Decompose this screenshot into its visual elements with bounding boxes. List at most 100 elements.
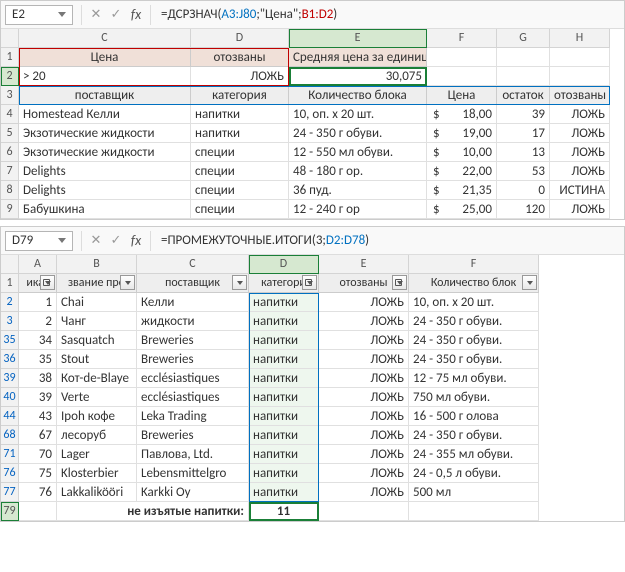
cancel-icon[interactable]: ✕ (86, 5, 106, 25)
cell[interactable]: 12 - 75 мл обуви. (409, 369, 539, 388)
col-header-C[interactable]: C (19, 29, 191, 48)
cell[interactable] (497, 48, 550, 67)
row-header[interactable]: 5 (1, 124, 19, 143)
row-header[interactable]: 36 (1, 350, 19, 369)
table-header[interactable]: Цена (427, 86, 497, 105)
summary-label[interactable]: не изъятые напитки: (57, 502, 249, 521)
cell[interactable]: 22,00 (427, 162, 497, 181)
cell[interactable]: 25,00 (427, 200, 497, 219)
cell[interactable]: 24 - 350 г обуви. (409, 331, 539, 350)
cell[interactable]: специи (191, 181, 289, 200)
row-header[interactable]: 7 (1, 162, 19, 181)
cell[interactable]: 24 - 350 г обуви. (289, 124, 427, 143)
name-box[interactable]: E2 (5, 5, 73, 25)
chevron-down-icon[interactable] (58, 12, 66, 17)
cell[interactable]: 34 (19, 331, 57, 350)
cell[interactable]: 18,00 (427, 105, 497, 124)
table-header[interactable]: остаток (497, 86, 550, 105)
cell[interactable]: Кот-de-Blaye (57, 369, 137, 388)
row-header[interactable]: 9 (1, 200, 19, 219)
cell[interactable]: 10, оп. x 20 шт. (409, 293, 539, 312)
cell[interactable]: ЛОЖЬ (550, 124, 610, 143)
cell[interactable]: 67 (19, 426, 57, 445)
cell[interactable]: Homestead Келли (19, 105, 191, 124)
table-header[interactable]: категория (191, 86, 289, 105)
select-all-corner[interactable] (1, 29, 19, 48)
summary-value[interactable]: 11 (249, 502, 319, 521)
cell[interactable]: Verte (57, 388, 137, 407)
cancel-icon[interactable]: ✕ (86, 231, 106, 251)
cell[interactable]: 48 - 180 г ор. (289, 162, 427, 181)
cell[interactable]: напитки (249, 369, 319, 388)
cell[interactable]: напитки (249, 445, 319, 464)
row-header[interactable]: 2 (1, 67, 19, 86)
row-header[interactable]: 4 (1, 105, 19, 124)
cell[interactable]: ЛОЖЬ (550, 105, 610, 124)
cell[interactable]: ЛОЖЬ (319, 369, 409, 388)
accept-icon[interactable]: ✓ (106, 5, 126, 25)
cell[interactable]: Delights (19, 162, 191, 181)
cell[interactable]: 75 (19, 464, 57, 483)
cell[interactable]: Бабушкина (19, 200, 191, 219)
cell[interactable]: Stout (57, 350, 137, 369)
cell[interactable]: 24 - 350 г обуви. (409, 312, 539, 331)
cell[interactable]: Lebensmittelgro (137, 464, 249, 483)
cell[interactable] (409, 502, 539, 521)
row-header[interactable]: 76 (1, 464, 19, 483)
cell[interactable]: 12 - 550 мл обуви. (289, 143, 427, 162)
row-header[interactable]: 44 (1, 407, 19, 426)
cell[interactable]: Sasquatch (57, 331, 137, 350)
table-header[interactable]: отозваны (550, 86, 610, 105)
col-header-D[interactable]: D (191, 29, 289, 48)
cell[interactable] (427, 67, 497, 86)
cell[interactable]: отозваны (191, 48, 289, 67)
row-header[interactable]: 40 (1, 388, 19, 407)
cell[interactable]: Chai (57, 293, 137, 312)
col-header-E[interactable]: E (319, 255, 409, 274)
cell[interactable]: напитки (249, 388, 319, 407)
cell[interactable]: 24 - 350 г обуви. (409, 426, 539, 445)
cell[interactable]: 35 (19, 350, 57, 369)
chevron-down-icon[interactable] (58, 238, 66, 243)
cell[interactable]: 13 (497, 143, 550, 162)
cell[interactable]: ЛОЖЬ (319, 426, 409, 445)
filter-icon[interactable] (232, 275, 247, 290)
select-all-corner[interactable] (1, 255, 19, 274)
table-header[interactable]: Количество блок (409, 274, 539, 293)
cell[interactable]: напитки (249, 350, 319, 369)
filter-icon[interactable] (522, 275, 537, 290)
row-header[interactable]: 3 (1, 86, 19, 105)
row-header[interactable]: 8 (1, 181, 19, 200)
col-header-E[interactable]: E (289, 29, 427, 48)
cell[interactable]: 76 (19, 483, 57, 502)
row-header[interactable]: 71 (1, 445, 19, 464)
cell[interactable]: напитки (249, 483, 319, 502)
row-header[interactable]: 77 (1, 483, 19, 502)
cell[interactable]: ЛОЖЬ (550, 162, 610, 181)
table-header[interactable]: звание про (57, 274, 137, 293)
filter-icon[interactable] (302, 275, 317, 290)
row-header[interactable]: 79 (1, 502, 19, 521)
row-header[interactable]: 35 (1, 331, 19, 350)
row-header[interactable]: 3 (1, 312, 19, 331)
cell[interactable]: лесоруб (57, 426, 137, 445)
cell[interactable]: 0 (497, 181, 550, 200)
cell[interactable]: ЛОЖЬ (319, 483, 409, 502)
row-header[interactable]: 1 (1, 274, 19, 293)
cell[interactable]: 24 - 355 мл обуви. (409, 445, 539, 464)
cell[interactable] (497, 67, 550, 86)
table-header[interactable]: Количество блока (289, 86, 427, 105)
table-header[interactable]: категори (249, 274, 319, 293)
row-header[interactable]: 1 (1, 48, 19, 67)
col-header-A[interactable]: A (19, 255, 57, 274)
cell[interactable]: Breweries (137, 350, 249, 369)
filter-icon[interactable] (120, 275, 135, 290)
cell[interactable]: 2 (19, 312, 57, 331)
cell[interactable]: Lager (57, 445, 137, 464)
table-header[interactable]: поставщик (19, 86, 191, 105)
cell[interactable]: Павлова, Ltd. (137, 445, 249, 464)
cell[interactable]: Leka Trading (137, 407, 249, 426)
cell[interactable] (19, 502, 57, 521)
cell[interactable]: ecclésiastiques (137, 388, 249, 407)
cell[interactable]: 10,00 (427, 143, 497, 162)
